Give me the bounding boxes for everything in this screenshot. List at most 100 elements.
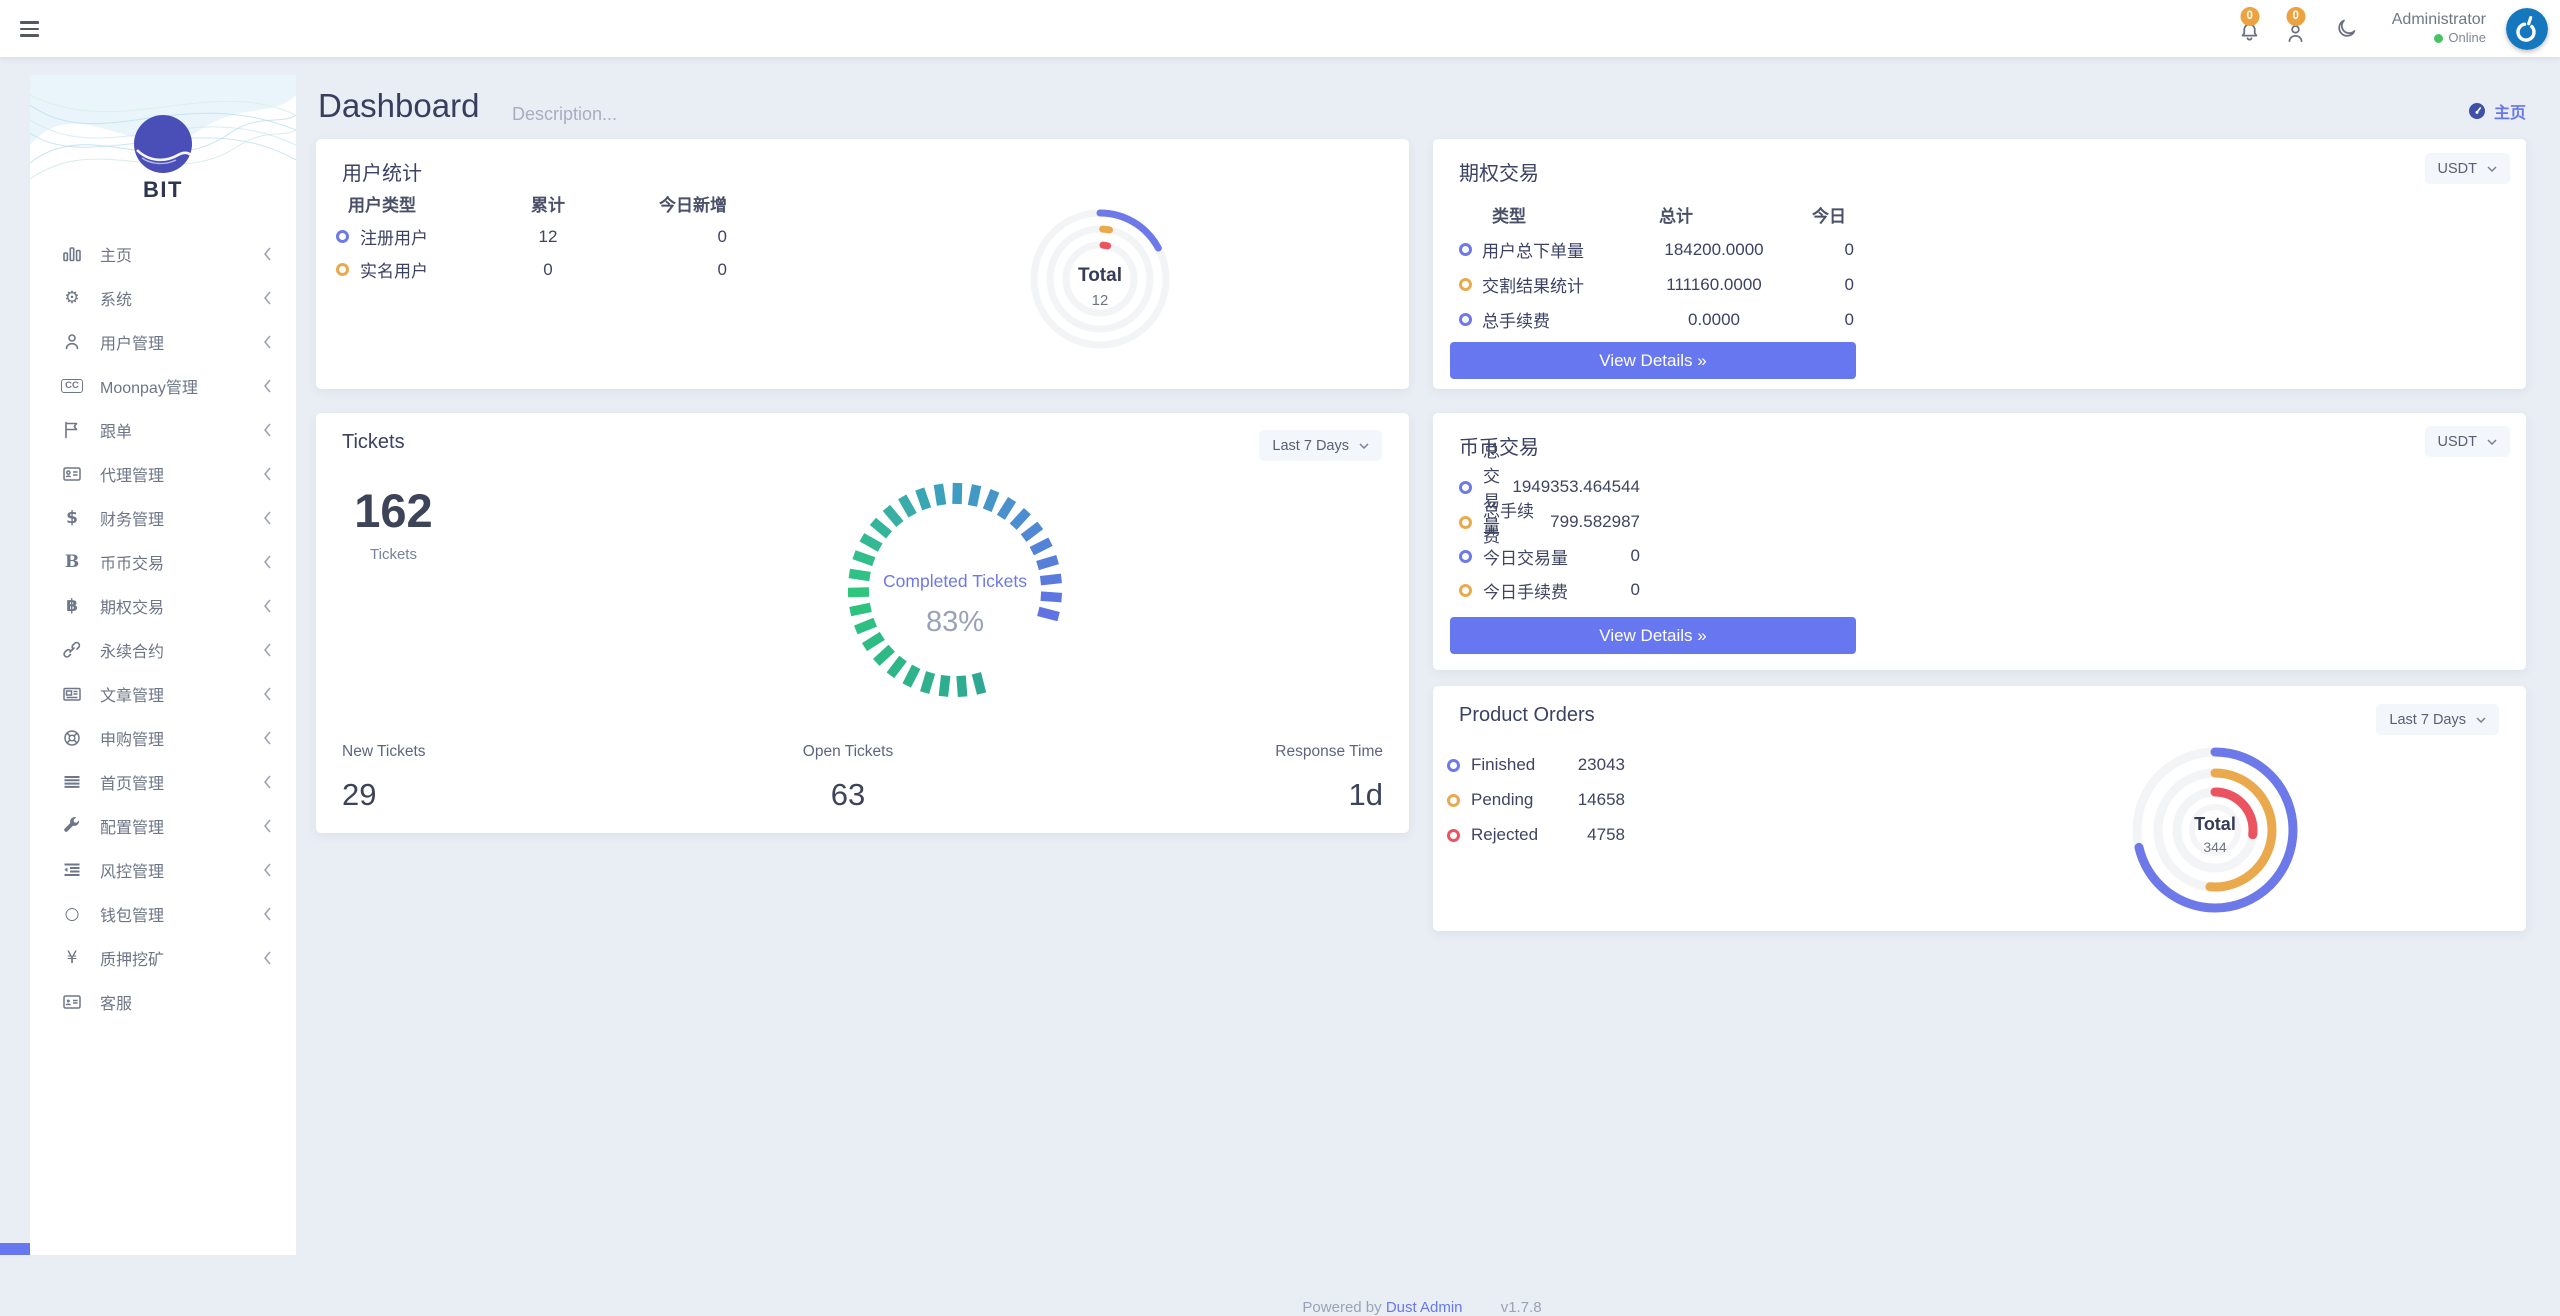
legend-dot [336,263,349,276]
dashboard-gauge-icon [2468,102,2486,120]
sidebar-item-user-management[interactable]: 用户管理 [30,320,296,364]
dark-mode-toggle[interactable] [2335,17,2358,40]
legend-dot [1459,243,1472,256]
table-row: 用户总下单量 184200.0000 0 [1459,232,1854,267]
options-trading-table: 类型 总计 今日 用户总下单量 184200.0000 0 交割结果统计 111… [1459,197,1854,337]
sidebar-item-risk-management[interactable]: 风控管理 [30,848,296,892]
legend-dot [1459,550,1472,563]
user-menu[interactable]: Administrator Online [2392,10,2486,48]
card-title: Tickets [342,431,405,454]
message-badge: 0 [2286,7,2305,26]
sidebar-item-wallet-management[interactable]: ○ 钱包管理 [30,892,296,936]
sidebar-item-moonpay[interactable]: CC Moonpay管理 [30,364,296,408]
breadcrumb-label: 主页 [2494,99,2526,123]
letter-b-icon: B [60,554,84,571]
ticket-stat: New Tickets 29 [342,743,426,813]
sidebar-item-finance[interactable]: $ 财务管理 [30,496,296,540]
chevron-down-icon [2487,166,2497,172]
currency-select[interactable]: USDT [2425,153,2510,184]
chevron-left-icon [263,599,272,613]
sidebar-item-subscription-management[interactable]: 申购管理 [30,716,296,760]
sidebar-item-customer-service[interactable]: 客服 [30,980,296,1024]
notifications-button[interactable]: 0 [2237,14,2263,44]
legend-dot [1459,584,1472,597]
donut-center-value: 12 [1092,292,1109,309]
column-header: 今日新增 [578,191,727,216]
sidebar-item-perpetual-contracts[interactable]: 永续合约 [30,628,296,672]
table-row: 注册用户 12 0 [328,220,727,253]
product-orders-donut-chart: Total 344 [2125,740,2305,920]
messages-button[interactable]: 0 [2283,14,2309,44]
column-header: 累计 [518,191,578,216]
chevron-left-icon [263,555,272,569]
sidebar-item-home[interactable]: 主页 [30,232,296,276]
ticket-stat: Response Time 1d [1275,743,1383,813]
footer: Powered by Dust Admin v1.7.8 [316,1299,2528,1316]
cc-card-icon: CC [60,379,84,393]
sidebar-menu: 主页 ⚙ 系统 用户管理 CC Moonpay管理 [30,232,296,1024]
chain-link-icon [60,640,84,660]
gear-icon: ⚙ [60,290,84,307]
table-row: 交割结果统计 111160.0000 0 [1459,267,1854,302]
life-ring-icon [60,728,84,748]
ring-center-percent: 83% [926,606,984,638]
stat-row: 总手续费 799.582987 [1459,512,1640,532]
user-icon [60,332,84,352]
stat-row: 今日手续费 0 [1459,580,1640,600]
chevron-left-icon [263,687,272,701]
breadcrumb[interactable]: 主页 [2468,99,2526,123]
brand-logo [134,115,192,173]
sidebar-item-staking-mining[interactable]: ¥ 质押挖矿 [30,936,296,980]
sidebar-item-options-trading[interactable]: ฿ 期权交易 [30,584,296,628]
chart-bars-icon [60,244,84,264]
table-row: 实名用户 0 0 [328,253,727,286]
user-status: Online [2448,30,2486,47]
avatar[interactable] [2506,8,2548,50]
legend-dot [1459,516,1472,529]
tickets-progress-ring: Completed Tickets 83% [840,475,1070,705]
sidebar-item-homepage-management[interactable]: 首页管理 [30,760,296,804]
address-card-icon [60,992,84,1012]
column-header: 今日 [1769,202,1854,227]
date-range-select[interactable]: Last 7 Days [2376,704,2499,735]
column-header: 类型 [1459,202,1659,227]
donut-center-label: Total [2194,814,2236,834]
hamburger-menu-icon[interactable] [20,17,44,41]
view-details-button[interactable]: View Details » [1450,617,1856,654]
chevron-left-icon [263,951,272,965]
donut-center-value: 344 [2203,839,2227,855]
chevron-left-icon [263,731,272,745]
sidebar-item-agent-management[interactable]: 代理管理 [30,452,296,496]
view-details-button[interactable]: View Details » [1450,342,1856,379]
legend-dot [1459,481,1472,494]
sidebar-item-article-management[interactable]: 文章管理 [30,672,296,716]
user-stats-card: 用户统计 用户类型 累计 今日新增 注册用户 12 0 实名用户 0 0 [316,139,1409,389]
currency-select[interactable]: USDT [2425,426,2510,457]
sidebar-item-system[interactable]: ⚙ 系统 [30,276,296,320]
date-range-select[interactable]: Last 7 Days [1259,430,1382,461]
chevron-left-icon [263,291,272,305]
stat-row: Pending 14658 [1447,790,1625,810]
chevron-left-icon [263,423,272,437]
chevron-down-icon [2487,439,2497,445]
chevron-down-icon [1359,443,1369,449]
chevron-left-icon [263,819,272,833]
chevron-left-icon [263,511,272,525]
tickets-total: 162 Tickets [346,483,441,563]
ticket-stat: Open Tickets 63 [748,743,948,813]
yen-icon: ¥ [60,950,84,967]
chevron-left-icon [263,907,272,921]
sidebar-item-copy-trading[interactable]: 跟单 [30,408,296,452]
bitcoin-icon: ฿ [60,598,84,615]
footer-app-link[interactable]: Dust Admin [1386,1299,1463,1316]
lines-icon [60,772,84,792]
user-stats-donut-chart: Total 12 [1016,195,1184,363]
chevron-left-icon [263,335,272,349]
sidebar-item-spot-trading[interactable]: B 币币交易 [30,540,296,584]
stat-row: Rejected 4758 [1447,825,1625,845]
sidebar-item-config-management[interactable]: 配置管理 [30,804,296,848]
dollar-icon: $ [60,510,84,527]
moon-icon [2335,17,2358,40]
brand-name: BIT [30,177,296,203]
bottom-left-accent [0,1243,31,1255]
